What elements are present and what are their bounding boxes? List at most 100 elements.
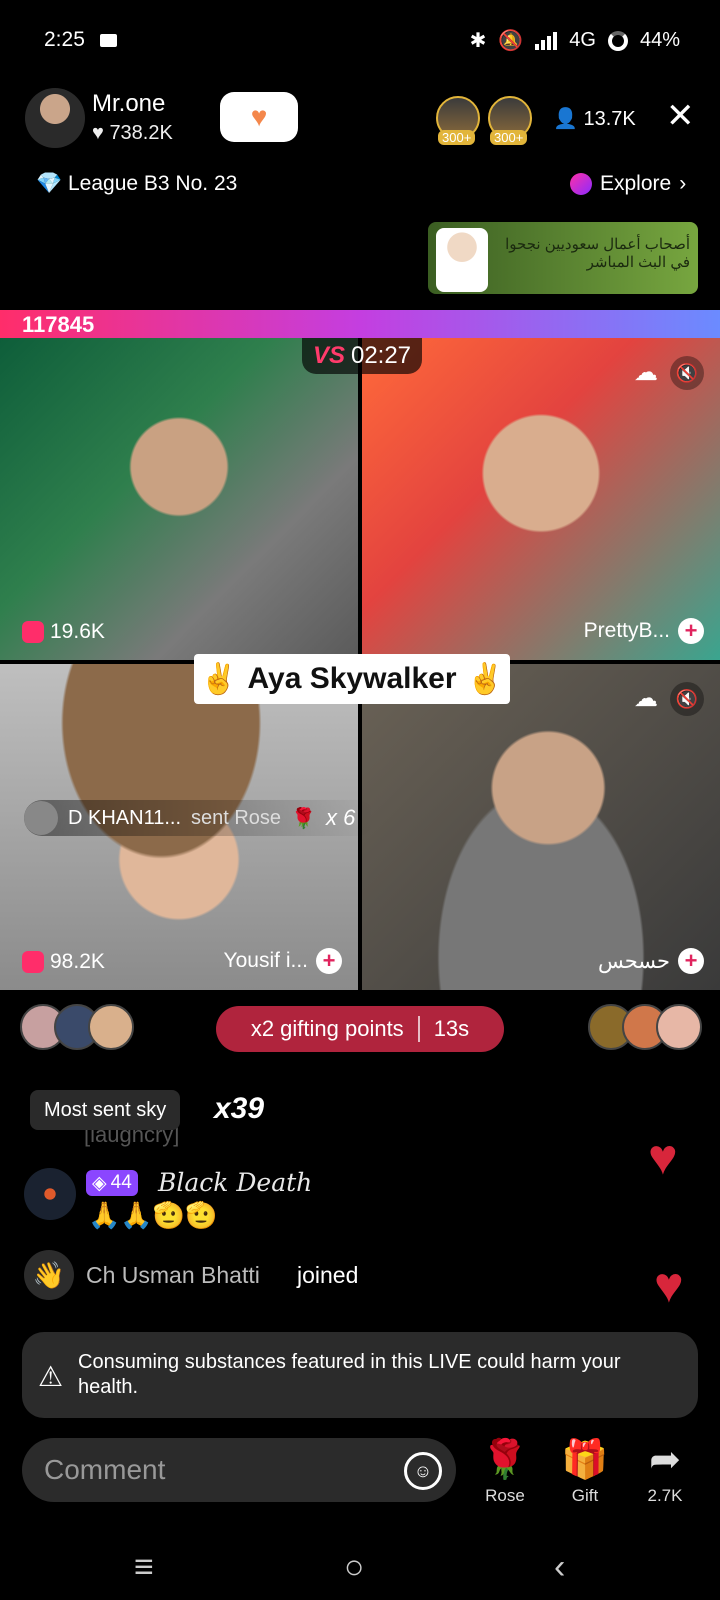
rose-icon: 🌹 [291, 807, 316, 830]
battle-timer-value: 02:27 [350, 342, 412, 369]
follow-plus-icon[interactable]: + [678, 618, 704, 644]
chat-username[interactable]: Black Death [158, 1168, 312, 1197]
joined-label: joined [297, 1262, 359, 1288]
featured-name: Aya Skywalker [247, 662, 457, 695]
tile-score: 19.6K [22, 620, 105, 644]
speaker-muted-icon[interactable]: 🔇 [670, 682, 704, 716]
host-likes: ♥ 738.2K [92, 122, 173, 145]
gift-box-icon [22, 621, 44, 643]
status-time: 2:25 [44, 28, 85, 51]
person-icon: 👤 [553, 108, 578, 130]
explore-button[interactable]: Explore › [570, 172, 686, 196]
gift-button[interactable]: 🎁 Gift [550, 1438, 620, 1506]
share-count: 2.7K [647, 1486, 683, 1505]
share-button[interactable]: ➦ 2.7K [630, 1438, 700, 1506]
video-tile-4[interactable]: ☁ 🔇 حسحس + [362, 664, 720, 990]
follow-plus-icon[interactable]: + [316, 948, 342, 974]
follow-plus-icon[interactable]: + [678, 948, 704, 974]
user-level: 44 [110, 1172, 132, 1193]
signal-icon [535, 31, 558, 50]
bluetooth-icon: ✱ [469, 30, 487, 52]
cloud-icon: ☁ [634, 359, 658, 386]
follow-button[interactable]: ♥ [220, 92, 298, 142]
rose-label: Rose [485, 1486, 525, 1505]
home-icon[interactable]: ○ [344, 1548, 365, 1587]
tile-score-value: 98.2K [50, 950, 105, 973]
back-icon[interactable]: ‹ [554, 1548, 565, 1587]
team-avatar[interactable] [656, 1004, 702, 1050]
user-level-badge: ◈ 44 [86, 1170, 138, 1196]
viewer-count[interactable]: 👤 13.7K [553, 106, 636, 131]
explore-label: Explore [600, 172, 672, 195]
gifting-points-label: x2 gifting points [250, 1016, 404, 1041]
status-icons: ✱ 🔕 4G 44% [470, 28, 680, 53]
tile-user-name: PrettyB... [583, 619, 670, 642]
speaker-muted-icon[interactable]: 🔇 [670, 356, 704, 390]
tile-user-name: Yousif i... [223, 949, 308, 972]
comment-input[interactable] [44, 1452, 384, 1488]
tile-score-value: 19.6K [50, 620, 105, 643]
emoji-icon[interactable]: ☺ [404, 1452, 442, 1490]
victory-hand-icon: ✌️ [466, 662, 504, 696]
tile-user-name: حسحس [597, 949, 670, 973]
divider [417, 1016, 420, 1042]
battle-timer: VS 02:27 [302, 338, 422, 374]
banner-text: أصحاب أعمال سعوديين نجحوا في البث المباش… [505, 236, 690, 271]
explore-icon [570, 173, 592, 195]
comment-box[interactable]: ☺ [22, 1438, 456, 1502]
gifting-points-timer: 13s [433, 1016, 470, 1041]
gift-label: Gift [571, 1486, 599, 1505]
banner-person-image [436, 228, 488, 292]
waving-hand-icon: 👋 [24, 1250, 74, 1300]
heart-plus-icon: ♥ [250, 101, 268, 132]
sender-avatar [24, 801, 58, 835]
battery-icon [607, 30, 628, 51]
rose-button[interactable]: 🌹 Rose [470, 1438, 540, 1506]
league-label: League B3 No. 23 [68, 172, 238, 195]
host-name[interactable]: Mr.one [92, 90, 165, 118]
cloud-icon: ☁ [634, 685, 658, 712]
featured-name-banner: ✌️ Aya Skywalker ✌️ [194, 654, 510, 704]
recent-apps-icon[interactable]: ≡ [134, 1548, 154, 1587]
heart-icon: ♥ [654, 1257, 684, 1313]
host-avatar[interactable] [25, 88, 85, 148]
video-tile-2[interactable]: ☁ 🔇 PrettyB... + [362, 338, 720, 660]
diamond-icon: 💎 [36, 172, 63, 195]
gifting-points-pill[interactable]: x2 gifting points 13s [216, 1006, 504, 1052]
league-badge[interactable]: 💎 League B3 No. 23 [36, 172, 237, 196]
victory-hand-icon: ✌️ [200, 662, 238, 696]
tile-user: Yousif i... + [224, 948, 342, 974]
camera-indicator-icon [100, 34, 117, 47]
video-tile-1[interactable]: 19.6K [0, 338, 358, 660]
network-type: 4G [569, 29, 596, 51]
battery-level: 44% [639, 29, 680, 51]
host-likes-count: 738.2K [109, 122, 173, 144]
chevron-right-icon: › [679, 172, 687, 195]
gift-notification: D KHAN11... sent Rose 🌹 x 6 [24, 800, 376, 836]
gift-action: sent Rose [191, 806, 282, 829]
vs-icon: VS [312, 342, 345, 369]
heart-icon: ♥ [92, 122, 104, 144]
health-warning: ⚠ Consuming substances featured in this … [22, 1332, 698, 1418]
health-warning-text: Consuming substances featured in this LI… [78, 1351, 621, 1398]
status-bar: 2:25 ✱ 🔕 4G 44% [0, 0, 720, 82]
most-sent-multiplier: x39 [214, 1092, 265, 1125]
gift-box-icon [22, 951, 44, 973]
mute-icon: 🔕 [498, 30, 524, 52]
battle-score-bar: 117845 [0, 310, 720, 338]
rose-icon: 🌹 [481, 1439, 529, 1481]
level-icon: ◈ [92, 1172, 107, 1194]
tile-user: حسحس + [598, 948, 704, 974]
gift-sender: D KHAN11... [68, 806, 181, 829]
promo-banner[interactable]: أصحاب أعمال سعوديين نجحوا في البث المباش… [428, 222, 698, 294]
tile-score: 98.2K [22, 950, 105, 974]
team-avatar[interactable] [88, 1004, 134, 1050]
close-icon[interactable]: ✕ [666, 96, 695, 136]
share-icon: ➦ [649, 1439, 681, 1481]
most-sent-label: Most sent sky [30, 1090, 181, 1130]
viewer-count-value: 13.7K [583, 108, 636, 130]
chat-avatar[interactable] [24, 1168, 76, 1220]
chat-message: 🙏🙏🫡🫡 [88, 1200, 218, 1230]
joined-username[interactable]: Ch Usman Bhatti [86, 1262, 260, 1289]
tile-user: PrettyB... + [584, 618, 704, 644]
